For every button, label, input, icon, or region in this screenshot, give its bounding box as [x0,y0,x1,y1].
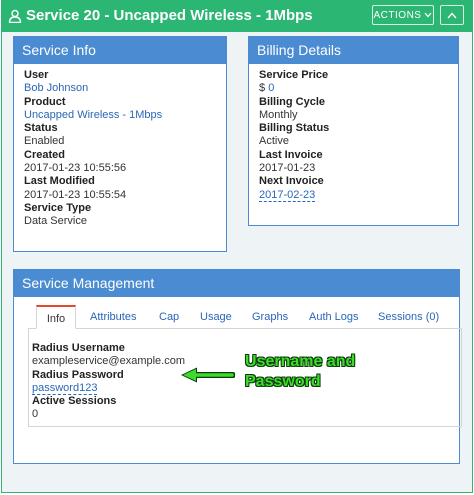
collapse-button[interactable] [440,5,464,25]
annotation-text: Username and Password [245,352,355,392]
user-icon [8,9,22,23]
radius-username-label: Radius Username [32,342,125,354]
active-sessions-label: Active Sessions [32,395,117,408]
tab-auth-logs[interactable]: Auth Logs [309,305,359,328]
tab-attributes[interactable]: Attributes [90,305,136,328]
created-label: Created [24,148,65,161]
radius-password-label: Radius Password [32,368,124,381]
billing-cycle-label: Billing Cycle [259,95,326,108]
service-price-link[interactable]: 0 [268,82,274,94]
product-label: Product [24,95,66,108]
actions-label: ACTIONS [373,9,422,21]
user-label: User [24,69,49,81]
service-window: Service 20 - Uncapped Wireless - 1Mbps A… [1,0,473,493]
billing-heading: Billing Details [249,37,458,64]
billing-status-label: Billing Status [259,122,330,135]
service-price-label: Service Price [259,69,329,81]
billing-status-value: Active [259,135,289,148]
annotation-line-2: Password [245,373,321,390]
tab-cap[interactable]: Cap [159,305,179,328]
next-invoice-link[interactable]: 2017-02-23 [259,188,316,202]
info-tab-fields: Radius Username exampleservice@example.c… [32,342,185,422]
created-value: 2017-01-23 10:55:56 [24,162,127,175]
status-value: Enabled [24,135,65,148]
user-link[interactable]: Bob Johnson [24,82,226,95]
radius-password-link[interactable]: password123 [32,381,98,395]
tab-graphs[interactable]: Graphs [252,305,288,328]
tab-sessions[interactable]: Sessions (0) [378,305,439,328]
product-link[interactable]: Uncapped Wireless - 1Mbps [24,109,226,122]
annotation-arrow-icon [181,367,235,383]
actions-button[interactable]: ACTIONS [372,5,434,25]
tab-usage[interactable]: Usage [200,305,232,328]
tab-info[interactable]: Info [36,305,76,329]
next-invoice-label: Next Invoice [259,175,324,188]
radius-username-value: exampleservice@example.com [32,355,186,368]
service-management-heading: Service Management [14,270,459,297]
service-info-panel: Service Info User Bob Johnson Product Un… [13,36,227,252]
window-title: Service 20 - Uncapped Wireless - 1Mbps [26,7,313,24]
service-price-row: $ 0 [259,82,458,95]
last-modified-label: Last Modified [24,175,95,188]
last-invoice-label: Last Invoice [259,148,323,161]
status-label: Status [24,122,58,135]
chevron-down-icon [424,12,432,18]
active-sessions-value: 0 [32,408,39,421]
last-invoice-value: 2017-01-23 [259,162,316,175]
title-bar: Service 20 - Uncapped Wireless - 1Mbps A… [2,1,472,32]
tab-bar: Info Attributes Cap Usage Graphs Auth Lo… [28,305,462,329]
service-type-value: Data Service [24,215,87,228]
annotation-line-1: Username and [245,353,356,370]
chevron-up-icon [447,11,457,18]
currency-symbol: $ [259,82,266,95]
service-management-panel: Service Management Info Attributes Cap U… [13,269,462,464]
service-type-label: Service Type [24,201,92,214]
last-modified-value: 2017-01-23 10:55:54 [24,188,127,201]
billing-details-panel: Billing Details Service Price $ 0 Billin… [248,36,459,226]
service-info-heading: Service Info [14,37,226,64]
billing-cycle-value: Monthly [259,108,298,121]
